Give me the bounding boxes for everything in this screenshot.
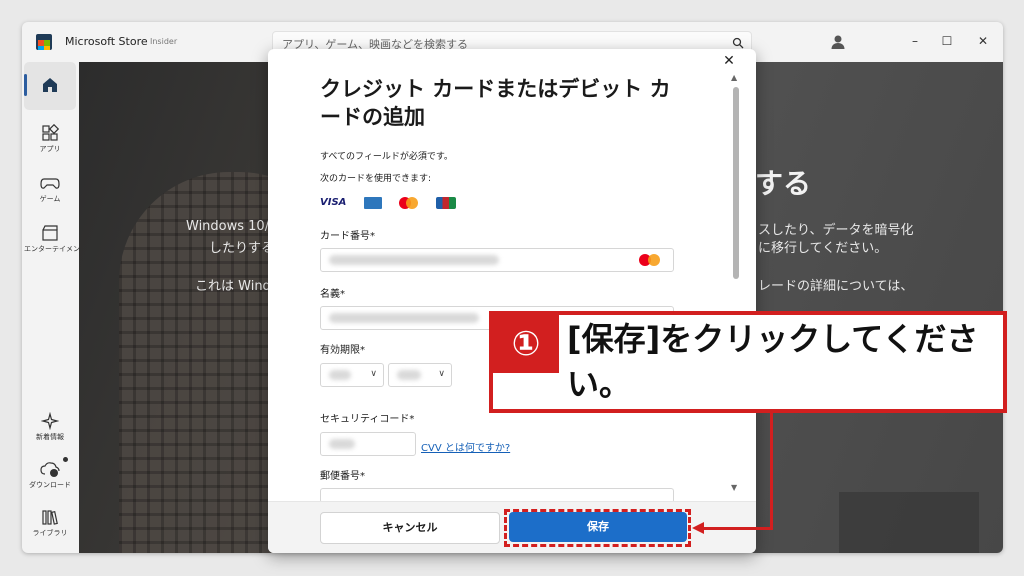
store-logo-icon bbox=[36, 34, 52, 50]
sparkle-icon bbox=[41, 412, 59, 430]
nav-label-library: ライブラリ bbox=[32, 529, 68, 537]
nav-label-games: ゲーム bbox=[39, 195, 61, 203]
nav-label-downloads: ダウンロード bbox=[29, 481, 71, 489]
redacted-cvv bbox=[329, 439, 355, 449]
security-code-label: セキュリティコード* bbox=[320, 414, 415, 425]
scroll-up-icon[interactable]: ▲ bbox=[731, 73, 737, 82]
accepted-cards-label: 次のカードを使用できます: bbox=[320, 174, 432, 184]
jcb-logo-icon bbox=[435, 196, 456, 209]
download-cloud-icon bbox=[40, 462, 60, 477]
mastercard-logo-icon bbox=[398, 196, 419, 209]
close-window-button[interactable]: ✕ bbox=[970, 28, 996, 54]
add-card-dialog: ✕ ▲ ▼ クレジット カードまたはデビット カードの追加 すべてのフィールドが… bbox=[268, 49, 756, 553]
hero-line-2-right: に移行してください。 bbox=[758, 241, 888, 256]
library-icon bbox=[42, 510, 58, 525]
arrow-left-icon bbox=[692, 522, 704, 534]
save-button-highlight bbox=[504, 509, 691, 547]
hero-line-3: これは Windo bbox=[195, 279, 279, 294]
chevron-down-icon: ∨ bbox=[438, 369, 445, 379]
redacted-year bbox=[397, 370, 421, 380]
maximize-button[interactable]: ☐ bbox=[934, 28, 960, 54]
hero-laptop-image bbox=[839, 492, 979, 553]
nav-downloads[interactable]: ダウンロード bbox=[24, 454, 76, 502]
postal-code-label: 郵便番号* bbox=[320, 471, 365, 482]
scroll-thumb[interactable] bbox=[733, 87, 739, 279]
minimize-button[interactable]: – bbox=[902, 28, 928, 54]
insider-badge: Insider bbox=[150, 37, 178, 46]
redacted-month bbox=[329, 370, 351, 380]
hero-heading-fragment: する bbox=[755, 167, 812, 200]
nav-whats-new[interactable]: 新着情報 bbox=[24, 406, 76, 454]
amex-logo-icon bbox=[363, 196, 382, 209]
clapperboard-icon bbox=[42, 225, 58, 241]
hero-line-2: したりする bbox=[209, 241, 275, 256]
card-number-input[interactable] bbox=[320, 248, 674, 272]
name-label: 名義* bbox=[320, 289, 345, 300]
instruction-callout: ① [保存]をクリックしてください。 bbox=[489, 311, 1007, 413]
scroll-down-icon[interactable]: ▼ bbox=[731, 483, 737, 492]
step-number-badge: ① bbox=[493, 315, 559, 373]
chevron-down-icon: ∨ bbox=[370, 369, 377, 379]
nav-home[interactable] bbox=[24, 62, 76, 110]
hero-line-1-right: スしたり、データを暗号化 bbox=[758, 223, 914, 238]
nav-library[interactable]: ライブラリ bbox=[24, 502, 76, 550]
instruction-text: [保存]をクリックしてください。 bbox=[567, 320, 979, 403]
required-note: すべてのフィールドが必須です。 bbox=[320, 152, 453, 162]
visa-logo-icon: VISA bbox=[320, 197, 347, 208]
hero-line-1: Windows 10/ bbox=[186, 219, 270, 234]
redacted-card-number bbox=[329, 255, 499, 265]
card-logos: VISA bbox=[320, 192, 468, 209]
nav-entertainment[interactable]: エンターテイメント bbox=[24, 218, 87, 266]
search-icon[interactable] bbox=[732, 37, 744, 49]
gamepad-icon bbox=[40, 178, 60, 189]
dialog-scrollbar[interactable]: ▲ ▼ bbox=[730, 73, 742, 492]
callout-connector-horizontal bbox=[703, 527, 773, 530]
download-badge-dot bbox=[63, 457, 68, 462]
apps-icon bbox=[42, 124, 59, 141]
dialog-title: クレジット カードまたはデビット カードの追加 bbox=[320, 77, 671, 129]
mastercard-field-icon bbox=[639, 254, 661, 266]
left-nav: アプリ ゲーム エンターテイメント 新着情報 ダウンロード ライブラリ bbox=[22, 62, 87, 553]
nav-apps[interactable]: アプリ bbox=[24, 118, 76, 166]
cvv-help-link[interactable]: CVV とは何ですか? bbox=[421, 439, 510, 454]
nav-label-entertainment: エンターテイメント bbox=[24, 245, 87, 253]
card-number-label: カード番号* bbox=[320, 231, 375, 242]
cancel-button[interactable]: キャンセル bbox=[320, 512, 500, 544]
home-icon bbox=[43, 78, 57, 92]
nav-label-whats-new: 新着情報 bbox=[36, 433, 64, 441]
user-avatar-icon[interactable] bbox=[828, 32, 848, 52]
app-title: Microsoft Store bbox=[65, 35, 148, 48]
redacted-name bbox=[329, 313, 479, 323]
nav-label-apps: アプリ bbox=[39, 145, 61, 153]
nav-games[interactable]: ゲーム bbox=[24, 168, 76, 216]
expiry-label: 有効期限* bbox=[320, 345, 365, 356]
security-code-input[interactable] bbox=[320, 432, 416, 456]
expiry-year-select[interactable]: ∨ bbox=[388, 363, 452, 387]
callout-connector-vertical bbox=[770, 411, 773, 530]
hero-line-3-right: レードの詳細については、 bbox=[758, 279, 914, 294]
expiry-month-select[interactable]: ∨ bbox=[320, 363, 384, 387]
close-dialog-icon[interactable]: ✕ bbox=[720, 52, 738, 70]
